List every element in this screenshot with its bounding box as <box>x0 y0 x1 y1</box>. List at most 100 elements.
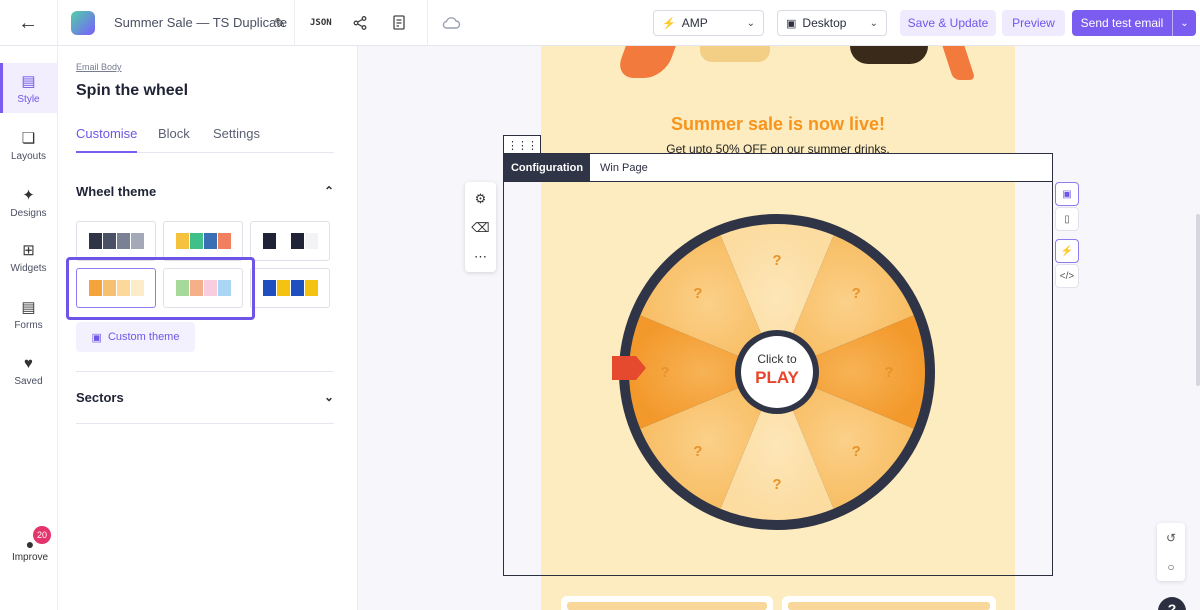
layouts-icon: ❏ <box>21 129 36 147</box>
color-chip <box>290 233 304 249</box>
widget-tab-bar: Configuration Win Page <box>503 153 1053 182</box>
color-chip <box>102 233 116 249</box>
top-bar: ← Summer Sale — TS Duplicate ✎ JSON ⚡ AM… <box>0 0 1200 46</box>
rail-item-forms[interactable]: ▤ Forms <box>0 289 57 339</box>
wheel-theme-header[interactable]: Wheel theme ⌃ <box>76 181 334 201</box>
left-rail: ▤ Style ❏ Layouts ✦ Designs ⊞ Widgets ▤ … <box>0 46 58 610</box>
code-icon[interactable]: </> <box>1055 264 1079 288</box>
color-chip <box>304 233 318 249</box>
device-select[interactable]: ▣ Desktop ⌄ <box>777 10 887 36</box>
edit-pencil-icon[interactable]: ✎ <box>270 13 290 33</box>
back-arrow-icon[interactable]: ← <box>14 10 42 36</box>
color-chip <box>290 280 304 296</box>
style-icon: ▤ <box>21 72 36 90</box>
rail-item-designs[interactable]: ✦ Designs <box>0 177 57 227</box>
rail-item-label: Style <box>17 93 40 105</box>
amp-lightning-icon[interactable]: ⚡ <box>1055 239 1079 263</box>
notes-icon[interactable] <box>390 13 410 33</box>
sectors-header[interactable]: Sectors ⌄ <box>76 387 334 407</box>
rail-item-label: Designs <box>10 207 47 219</box>
image-plus-icon: ▣ <box>91 331 102 344</box>
view-toolbar: ▣ ▯ ⚡ </> <box>1055 182 1079 290</box>
desktop-view-icon[interactable]: ▣ <box>1055 182 1079 206</box>
color-chip <box>276 280 290 296</box>
color-chip <box>189 233 203 249</box>
card-bar <box>567 602 767 610</box>
sector-question-mark: ? <box>693 285 702 302</box>
custom-theme-button[interactable]: ▣ Custom theme <box>76 322 195 352</box>
divider <box>427 0 428 46</box>
forms-icon: ▤ <box>21 298 36 316</box>
panel-title: Spin the wheel <box>76 82 189 99</box>
chevron-down-icon[interactable]: ⌄ <box>1173 18 1196 29</box>
decorative-shape <box>850 46 928 64</box>
rail-item-widgets[interactable]: ⊞ Widgets <box>0 232 57 282</box>
sector-question-mark: ? <box>884 364 893 381</box>
rail-item-layouts[interactable]: ❏ Layouts <box>0 120 57 170</box>
rail-item-label: Saved <box>14 376 43 387</box>
device-select-value: Desktop <box>802 16 847 30</box>
chevron-down-icon: ⌄ <box>746 17 755 29</box>
color-chip <box>88 233 102 249</box>
divider <box>76 371 334 372</box>
tab-win-page[interactable]: Win Page <box>590 154 648 181</box>
monitor-icon: ▣ <box>786 17 797 30</box>
mode-select[interactable]: ⚡ AMP ⌄ <box>653 10 764 36</box>
sector-question-mark: ? <box>660 364 669 381</box>
share-icon[interactable] <box>350 13 370 33</box>
decorative-shape <box>700 46 770 62</box>
save-update-button[interactable]: Save & Update <box>900 10 996 36</box>
send-test-email-label: Send test email <box>1080 16 1164 30</box>
divider <box>57 0 58 46</box>
rail-item-label: Widgets <box>10 262 47 274</box>
improve-label: Improve <box>11 552 49 563</box>
rail-item-style[interactable]: ▤ Style <box>0 63 57 113</box>
custom-theme-label: Custom theme <box>107 331 180 343</box>
email-headline: Summer sale is now live! <box>670 114 886 134</box>
tab-customise[interactable]: Customise <box>76 126 138 153</box>
lightning-icon: ⚡ <box>662 17 676 30</box>
color-chip <box>130 233 144 249</box>
app-logo <box>71 11 95 35</box>
chevron-down-icon: ⌄ <box>323 390 334 404</box>
hub-play-text: PLAY <box>755 368 799 387</box>
chevron-up-icon: ⌃ <box>323 184 334 198</box>
scrollbar[interactable] <box>1196 214 1200 386</box>
tab-settings[interactable]: Settings <box>213 126 260 141</box>
mode-select-value: AMP <box>681 16 708 30</box>
settings-gear-icon[interactable]: ⚙ <box>465 188 496 210</box>
breadcrumb[interactable]: Email Body <box>76 62 122 72</box>
product-card <box>561 596 773 610</box>
undo-icon[interactable]: ↺ <box>1157 523 1185 552</box>
history-controls: ↺ ○ <box>1157 523 1185 581</box>
theme-swatch[interactable] <box>163 221 243 261</box>
card-bar <box>788 602 990 610</box>
sectors-heading: Sectors <box>76 389 124 405</box>
send-test-email-button[interactable]: Send test email ⌄ <box>1072 10 1196 36</box>
preview-button[interactable]: Preview <box>1002 10 1065 36</box>
divider <box>294 0 295 46</box>
tab-block[interactable]: Block <box>158 126 190 141</box>
theme-swatch[interactable] <box>250 268 330 308</box>
rail-item-label: Forms <box>14 319 43 331</box>
drag-handle-icon[interactable]: ⋮⋮⋮ <box>503 135 541 154</box>
saved-icon: ♥ <box>24 355 33 372</box>
theme-swatch[interactable] <box>250 221 330 261</box>
panel-tabs: Customise Block Settings <box>76 126 334 153</box>
highlight-box <box>66 257 255 320</box>
document-title: Summer Sale — TS Duplicate <box>114 15 288 30</box>
theme-swatch[interactable] <box>76 221 156 261</box>
spin-wheel[interactable]: ???????? Click to PLAY <box>612 207 942 537</box>
sector-question-mark: ? <box>772 252 781 269</box>
mobile-view-icon[interactable]: ▯ <box>1055 207 1079 231</box>
color-chip <box>116 233 130 249</box>
tab-configuration[interactable]: Configuration <box>504 154 590 181</box>
color-chip <box>262 233 276 249</box>
json-button[interactable]: JSON <box>310 14 332 32</box>
redo-icon[interactable]: ○ <box>1157 552 1185 581</box>
trash-icon[interactable]: ⌫ <box>465 217 496 239</box>
more-options-icon[interactable]: ⋯ <box>465 246 496 268</box>
rail-item-saved[interactable]: ♥ Saved <box>0 346 57 396</box>
wheel-theme-heading: Wheel theme <box>76 183 157 199</box>
block-toolbar: ⚙ ⌫ ⋯ <box>465 182 496 272</box>
